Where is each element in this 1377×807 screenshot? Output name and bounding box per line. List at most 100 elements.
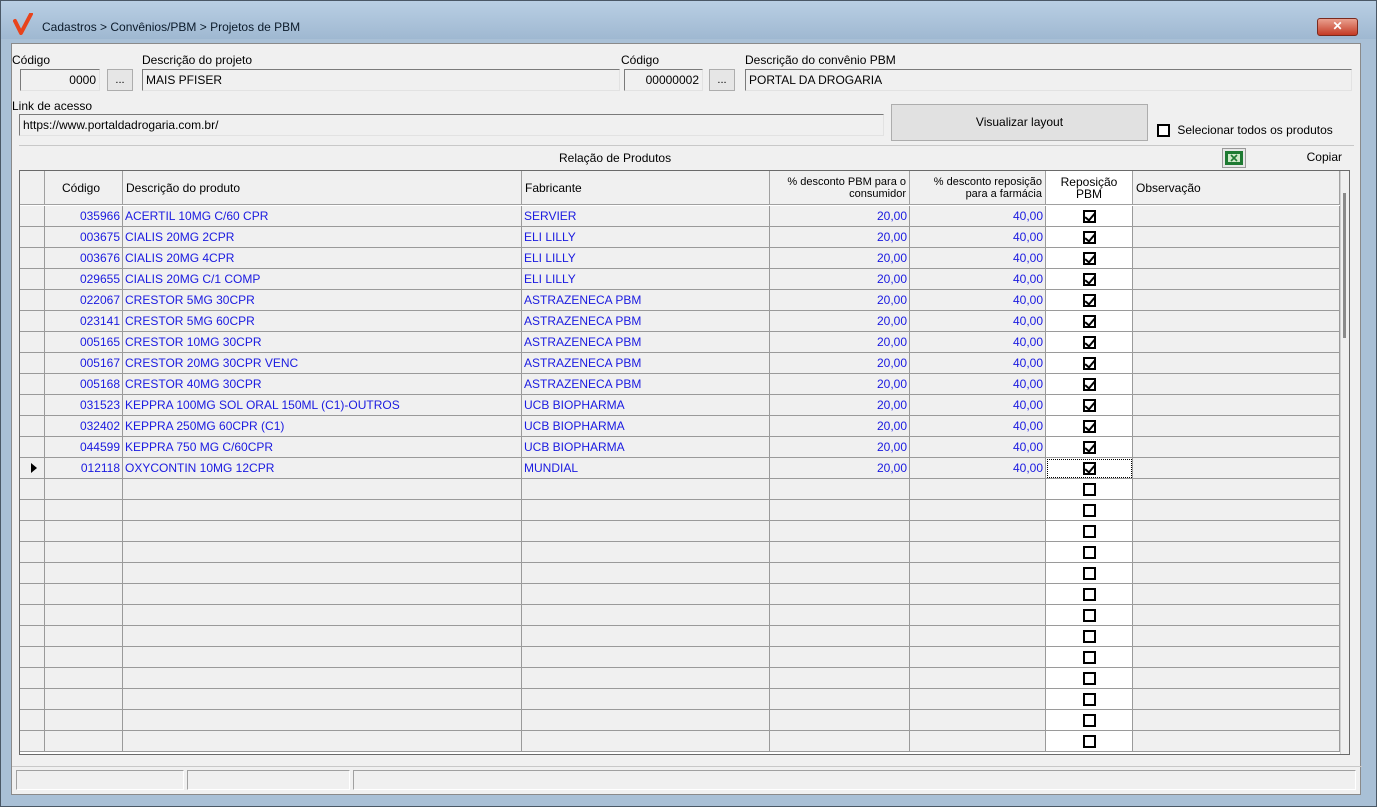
cell-fabricante[interactable]: ASTRAZENECA PBM: [522, 290, 770, 311]
reposicao-checkbox[interactable]: [1082, 651, 1096, 665]
cell-fabricante[interactable]: ASTRAZENECA PBM: [522, 374, 770, 395]
cell-reposicao-pbm[interactable]: [1046, 437, 1133, 458]
cell-desconto-reposicao[interactable]: [910, 647, 1046, 668]
cell-desconto-pbm[interactable]: 20,00: [770, 458, 910, 479]
table-row[interactable]: [20, 731, 1340, 752]
cell-observacao[interactable]: [1133, 206, 1340, 227]
cell-reposicao-pbm[interactable]: [1046, 290, 1133, 311]
cell-desconto-pbm[interactable]: [770, 668, 910, 689]
header-fabricante[interactable]: Fabricante: [522, 171, 770, 205]
header-desconto-pbm[interactable]: % desconto PBM para o consumidor: [770, 171, 910, 205]
cell-desconto-pbm[interactable]: 20,00: [770, 248, 910, 269]
cell-desconto-pbm[interactable]: [770, 479, 910, 500]
link-acesso-field[interactable]: https://www.portaldadrogaria.com.br/: [19, 114, 884, 136]
reposicao-checkbox[interactable]: [1082, 420, 1096, 434]
table-row[interactable]: [20, 689, 1340, 710]
cell-reposicao-pbm[interactable]: [1046, 689, 1133, 710]
cell-codigo[interactable]: 022067: [45, 290, 123, 311]
cell-desconto-pbm[interactable]: [770, 605, 910, 626]
cell-desconto-reposicao[interactable]: 40,00: [910, 332, 1046, 353]
reposicao-checkbox[interactable]: [1082, 210, 1096, 224]
reposicao-checkbox[interactable]: [1082, 588, 1096, 602]
cell-descricao[interactable]: CRESTOR 10MG 30CPR: [123, 332, 522, 353]
cell-observacao[interactable]: [1133, 395, 1340, 416]
cell-desconto-pbm[interactable]: [770, 542, 910, 563]
cell-reposicao-pbm[interactable]: [1046, 206, 1133, 227]
cell-reposicao-pbm[interactable]: [1046, 353, 1133, 374]
selecionar-todos-checkbox[interactable]: [1157, 124, 1170, 138]
cell-desconto-reposicao[interactable]: [910, 626, 1046, 647]
cell-descricao[interactable]: CIALIS 20MG 2CPR: [123, 227, 522, 248]
cell-observacao[interactable]: [1133, 437, 1340, 458]
cell-observacao[interactable]: [1133, 416, 1340, 437]
cell-desconto-pbm[interactable]: [770, 563, 910, 584]
cell-observacao[interactable]: [1133, 647, 1340, 668]
table-row[interactable]: 029655 CIALIS 20MG C/1 COMP ELI LILLY 20,00…: [20, 269, 1340, 290]
table-row[interactable]: [20, 521, 1340, 542]
reposicao-checkbox[interactable]: [1082, 546, 1096, 560]
cell-observacao[interactable]: [1133, 374, 1340, 395]
selecionar-todos-control[interactable]: Selecionar todos os produtos: [1157, 123, 1333, 138]
reposicao-checkbox[interactable]: [1082, 672, 1096, 686]
cell-codigo[interactable]: [45, 479, 123, 500]
cell-fabricante[interactable]: ELI LILLY: [522, 227, 770, 248]
cell-reposicao-pbm[interactable]: [1046, 479, 1133, 500]
cell-codigo[interactable]: [45, 668, 123, 689]
cell-descricao[interactable]: [123, 710, 522, 731]
table-row[interactable]: [20, 584, 1340, 605]
cell-desconto-pbm[interactable]: 20,00: [770, 395, 910, 416]
cell-codigo[interactable]: 005165: [45, 332, 123, 353]
cell-reposicao-pbm[interactable]: [1046, 458, 1133, 479]
produtos-grid[interactable]: Código Descrição do produto Fabricante %…: [19, 170, 1350, 755]
cell-observacao[interactable]: [1133, 521, 1340, 542]
cell-codigo[interactable]: [45, 731, 123, 752]
cell-reposicao-pbm[interactable]: [1046, 248, 1133, 269]
cell-desconto-pbm[interactable]: [770, 521, 910, 542]
cell-fabricante[interactable]: UCB BIOPHARMA: [522, 395, 770, 416]
cell-observacao[interactable]: [1133, 605, 1340, 626]
codigo-projeto-field[interactable]: 0000: [20, 69, 100, 91]
reposicao-checkbox[interactable]: [1082, 735, 1096, 749]
table-row[interactable]: 031523 KEPPRA 100MG SOL ORAL 150ML (C1)-O…: [20, 395, 1340, 416]
cell-desconto-reposicao[interactable]: 40,00: [910, 269, 1046, 290]
cell-codigo[interactable]: 031523: [45, 395, 123, 416]
cell-desconto-pbm[interactable]: [770, 647, 910, 668]
cell-codigo[interactable]: [45, 521, 123, 542]
descricao-projeto-field[interactable]: MAIS PFISER: [142, 69, 620, 91]
cell-desconto-reposicao[interactable]: [910, 731, 1046, 752]
cell-codigo[interactable]: [45, 647, 123, 668]
table-row[interactable]: 003675 CIALIS 20MG 2CPR ELI LILLY 20,00 40,0…: [20, 227, 1340, 248]
cell-desconto-reposicao[interactable]: 40,00: [910, 458, 1046, 479]
cell-desconto-reposicao[interactable]: [910, 563, 1046, 584]
cell-descricao[interactable]: CRESTOR 40MG 30CPR: [123, 374, 522, 395]
cell-descricao[interactable]: OXYCONTIN 10MG 12CPR: [123, 458, 522, 479]
cell-observacao[interactable]: [1133, 542, 1340, 563]
cell-codigo[interactable]: 005168: [45, 374, 123, 395]
cell-fabricante[interactable]: [522, 479, 770, 500]
cell-descricao[interactable]: CRESTOR 5MG 60CPR: [123, 311, 522, 332]
cell-fabricante[interactable]: [522, 500, 770, 521]
cell-observacao[interactable]: [1133, 311, 1340, 332]
cell-codigo[interactable]: [45, 689, 123, 710]
cell-fabricante[interactable]: ASTRAZENECA PBM: [522, 311, 770, 332]
cell-desconto-pbm[interactable]: 20,00: [770, 374, 910, 395]
cell-reposicao-pbm[interactable]: [1046, 311, 1133, 332]
cell-fabricante[interactable]: [522, 626, 770, 647]
cell-descricao[interactable]: ACERTIL 10MG C/60 CPR: [123, 206, 522, 227]
table-row[interactable]: [20, 710, 1340, 731]
table-row[interactable]: 005165 CRESTOR 10MG 30CPR ASTRAZENECA PBM 2…: [20, 332, 1340, 353]
cell-fabricante[interactable]: UCB BIOPHARMA: [522, 416, 770, 437]
reposicao-checkbox[interactable]: [1082, 273, 1096, 287]
cell-observacao[interactable]: [1133, 353, 1340, 374]
cell-desconto-pbm[interactable]: [770, 731, 910, 752]
table-row[interactable]: 005167 CRESTOR 20MG 30CPR VENC ASTRAZENECA…: [20, 353, 1340, 374]
copiar-button[interactable]: Copiar: [1252, 147, 1352, 169]
reposicao-checkbox[interactable]: [1082, 504, 1096, 518]
reposicao-checkbox[interactable]: [1082, 693, 1096, 707]
cell-descricao[interactable]: [123, 479, 522, 500]
grid-vertical-scrollbar[interactable]: [1340, 171, 1349, 754]
table-row[interactable]: 005168 CRESTOR 40MG 30CPR ASTRAZENECA PBM 2…: [20, 374, 1340, 395]
reposicao-checkbox[interactable]: [1082, 462, 1096, 476]
cell-codigo[interactable]: [45, 710, 123, 731]
cell-descricao[interactable]: KEPPRA 100MG SOL ORAL 150ML (C1)-OUTROS: [123, 395, 522, 416]
